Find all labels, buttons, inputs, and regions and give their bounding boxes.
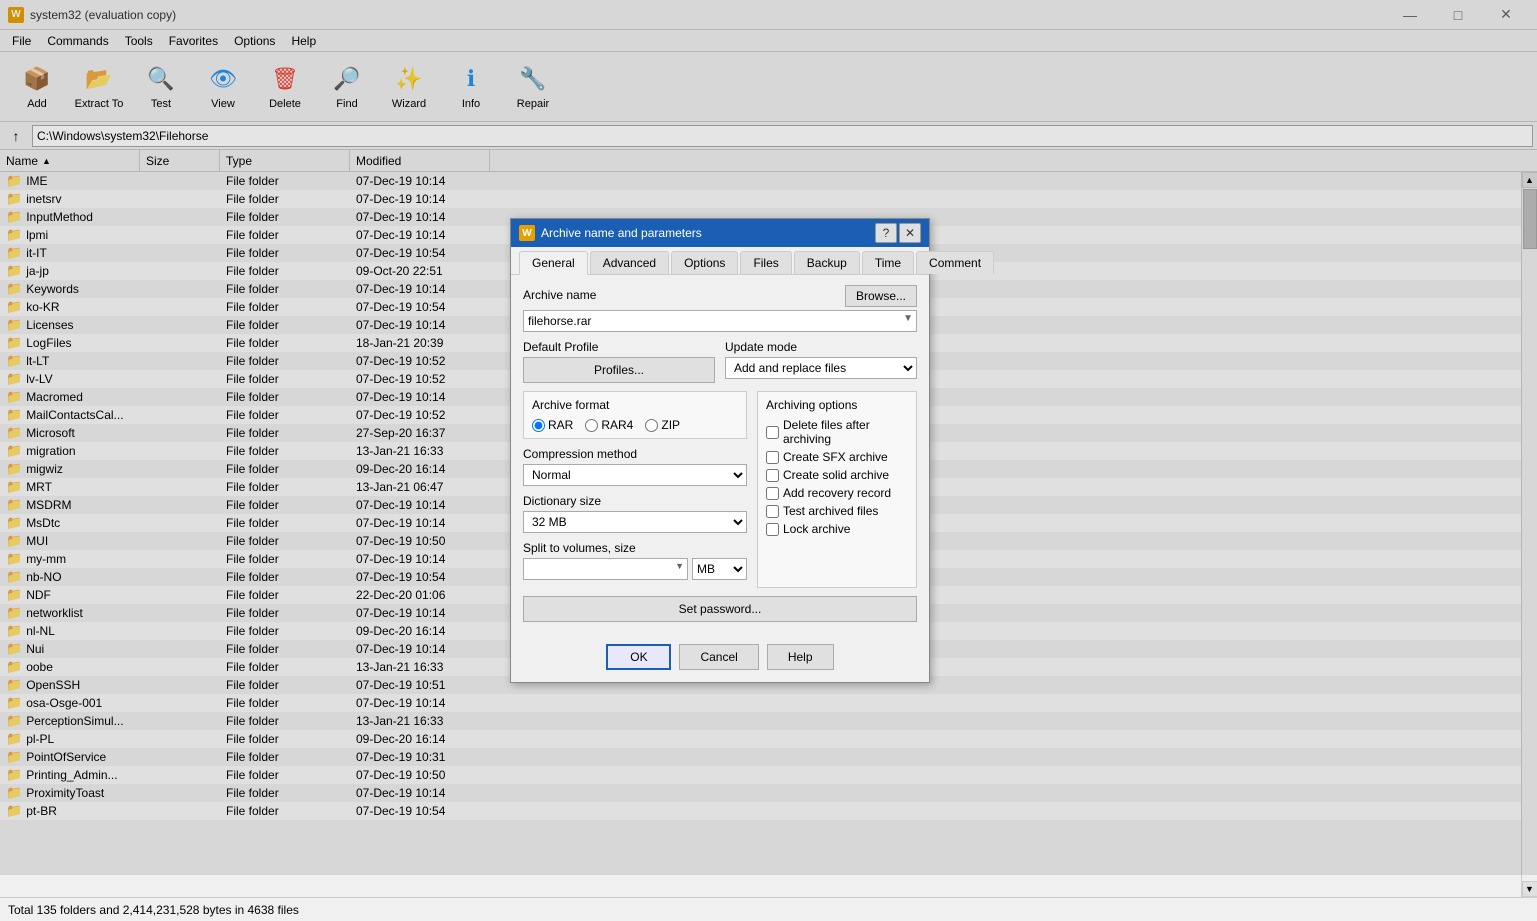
compression-method-label: Compression method: [523, 447, 747, 461]
tab-bar: General Advanced Options Files Backup Ti…: [511, 247, 929, 275]
archive-name-row: Archive name Browse... ▼: [523, 285, 917, 332]
dialog-help-button[interactable]: ?: [875, 223, 897, 243]
modal-overlay: W Archive name and parameters ? ✕ Genera…: [0, 0, 1537, 875]
archive-format-radio-group: RAR RAR4 ZIP: [532, 418, 738, 432]
set-password-row: Set password...: [523, 596, 917, 622]
archive-format-section: Archive format RAR RAR4 ZIP: [523, 391, 747, 588]
tab-files[interactable]: Files: [740, 251, 791, 274]
split-volumes-label: Split to volumes, size: [523, 541, 747, 555]
archive-name-dropdown-icon[interactable]: ▼: [903, 313, 913, 324]
tab-comment[interactable]: Comment: [916, 251, 994, 274]
dictionary-size-select[interactable]: 1 MB 2 MB 4 MB 8 MB 16 MB 32 MB 64 MB 12…: [523, 511, 747, 533]
compression-method-select[interactable]: Store Fastest Fast Normal Good Best: [523, 464, 747, 486]
update-mode-label: Update mode: [725, 340, 917, 354]
split-input[interactable]: [523, 558, 688, 580]
help-button[interactable]: Help: [767, 644, 834, 670]
split-volumes-row: Split to volumes, size ▼ MB B KB: [523, 541, 747, 580]
archive-dialog: W Archive name and parameters ? ✕ Genera…: [510, 218, 930, 683]
radio-rar[interactable]: RAR: [532, 418, 573, 432]
set-password-button[interactable]: Set password...: [523, 596, 917, 622]
dialog-footer: OK Cancel Help: [511, 636, 929, 682]
browse-button[interactable]: Browse...: [845, 285, 917, 307]
split-dropdown-icon: ▼: [675, 561, 684, 571]
compression-method-row: Compression method Store Fastest Fast No…: [523, 447, 747, 486]
default-profile-label: Default Profile: [523, 340, 715, 354]
dialog-title: Archive name and parameters: [541, 226, 702, 240]
dictionary-size-label: Dictionary size: [523, 494, 747, 508]
archive-name-label: Archive name: [523, 288, 596, 302]
checkbox-create-sfx[interactable]: Create SFX archive: [766, 450, 908, 464]
split-unit-select[interactable]: MB B KB GB: [692, 558, 747, 580]
update-mode-section: Update mode Add and replace files Add an…: [725, 340, 917, 383]
archiving-options-box: Archiving options Delete files after arc…: [757, 391, 917, 588]
archiving-options-label: Archiving options: [766, 398, 908, 412]
tab-time[interactable]: Time: [862, 251, 914, 274]
checkbox-recovery-record[interactable]: Add recovery record: [766, 486, 908, 500]
cancel-button[interactable]: Cancel: [679, 644, 758, 670]
checkbox-lock-archive[interactable]: Lock archive: [766, 522, 908, 536]
scroll-down-button[interactable]: ▼: [1522, 881, 1537, 897]
archive-format-label: Archive format: [532, 398, 738, 412]
checkbox-create-solid[interactable]: Create solid archive: [766, 468, 908, 482]
profiles-button[interactable]: Profiles...: [523, 357, 715, 383]
tab-general[interactable]: General: [519, 251, 588, 275]
status-bar: Total 135 folders and 2,414,231,528 byte…: [0, 897, 1537, 921]
ok-button[interactable]: OK: [606, 644, 671, 670]
dialog-app-icon: W: [519, 225, 535, 241]
checkbox-delete-after[interactable]: Delete files after archiving: [766, 418, 908, 446]
profile-updatemode-row: Default Profile Profiles... Update mode …: [523, 340, 917, 383]
radio-rar4[interactable]: RAR4: [585, 418, 633, 432]
format-options-row: Archive format RAR RAR4 ZIP: [523, 391, 917, 588]
dialog-content: General Advanced Options Files Backup Ti…: [511, 247, 929, 682]
update-mode-select[interactable]: Add and replace files Add and update fil…: [725, 357, 917, 379]
tab-options[interactable]: Options: [671, 251, 738, 274]
archive-format-box: Archive format RAR RAR4 ZIP: [523, 391, 747, 439]
archiving-options-section: Archiving options Delete files after arc…: [757, 391, 917, 588]
tab-backup[interactable]: Backup: [794, 251, 860, 274]
checkbox-test-archived[interactable]: Test archived files: [766, 504, 908, 518]
default-profile-section: Default Profile Profiles...: [523, 340, 715, 383]
split-row: ▼ MB B KB GB: [523, 558, 747, 580]
radio-zip[interactable]: ZIP: [645, 418, 680, 432]
archive-name-input[interactable]: [523, 310, 917, 332]
tab-advanced[interactable]: Advanced: [590, 251, 669, 274]
dialog-title-bar: W Archive name and parameters ? ✕: [511, 219, 929, 247]
dialog-close-button[interactable]: ✕: [899, 223, 921, 243]
dialog-title-content: W Archive name and parameters: [519, 225, 702, 241]
status-text: Total 135 folders and 2,414,231,528 byte…: [8, 903, 299, 917]
dialog-controls: ? ✕: [875, 223, 921, 243]
dialog-general-tab-body: Archive name Browse... ▼ Default Profile…: [511, 275, 929, 636]
dictionary-size-row: Dictionary size 1 MB 2 MB 4 MB 8 MB 16 M…: [523, 494, 747, 533]
